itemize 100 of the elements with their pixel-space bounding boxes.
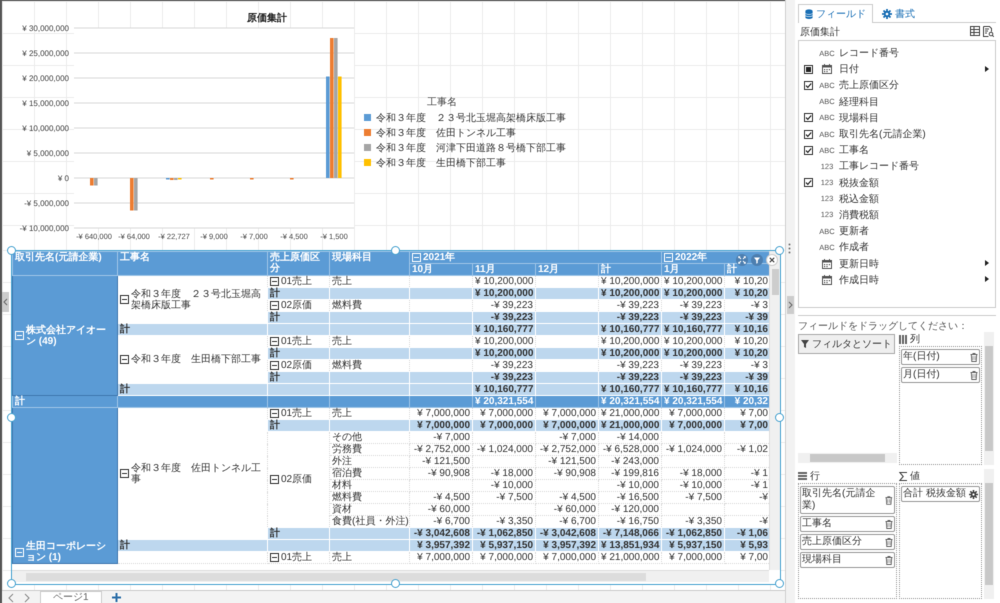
- field-name[interactable]: 更新日時: [839, 258, 879, 270]
- table-cell: -¥ 121,500: [536, 456, 598, 468]
- field-chip[interactable]: 合計 税抜金額: [901, 486, 980, 502]
- total-label: 計: [268, 348, 330, 360]
- field-chip[interactable]: 取引先名(元請企業): [800, 486, 895, 514]
- table-cell: ¥ 10,160,777: [598, 384, 662, 396]
- table-cell: -¥ 90,908: [410, 468, 472, 480]
- total-label: 計: [268, 312, 330, 324]
- total-label: 計: [12, 396, 118, 408]
- table-cell: -¥ 199,816: [598, 468, 662, 480]
- field-name[interactable]: 現場科目: [839, 112, 879, 124]
- table-cell: -¥ 90,908: [536, 468, 598, 480]
- field-name[interactable]: 工事レコード番号: [839, 161, 919, 172]
- item-name: 材料: [330, 480, 410, 492]
- filter-sort-button[interactable]: フィルタとソート: [798, 334, 895, 354]
- table-cell: ¥ 5,93: [724, 540, 769, 552]
- table-cell: ¥ 7,000,000: [410, 420, 472, 432]
- item-name: 売上: [330, 552, 410, 564]
- field-name[interactable]: 日付: [839, 64, 859, 76]
- table-cell: -¥ 121,500: [410, 456, 472, 468]
- table-cell: -¥ 16,500: [598, 492, 662, 504]
- table-cell: ¥ 10,160,777: [662, 324, 724, 336]
- zone-title: 列: [910, 333, 920, 346]
- table-cell: ¥ 21,000,000: [598, 420, 662, 432]
- total-label: 計: [118, 324, 268, 336]
- table-cell: ¥ 10,20: [724, 288, 769, 300]
- zone-title: 値: [910, 470, 920, 483]
- field-name[interactable]: 作成者: [839, 242, 869, 254]
- table-cell: ¥ 7,000,000: [536, 552, 598, 564]
- field-name[interactable]: 税込金額: [839, 194, 879, 205]
- axis-label: ¥ 0: [58, 174, 69, 183]
- total-label: 計: [268, 372, 330, 384]
- field-name[interactable]: 経理科目: [839, 96, 879, 108]
- field-name[interactable]: レコード番号: [839, 48, 899, 60]
- table-cell: -¥ 10,000: [598, 480, 662, 492]
- page-tab[interactable]: ページ1: [40, 591, 102, 603]
- field-name[interactable]: 工事名: [839, 145, 869, 156]
- table-cell: ¥ 10,200,000: [662, 348, 724, 360]
- chart-title: 原価集計: [247, 13, 287, 24]
- table-cell: -¥ 2,752,000: [410, 444, 472, 456]
- field-name[interactable]: 作成日時: [839, 274, 879, 286]
- table-cell: ¥ 10,160,777: [472, 384, 536, 396]
- panel-tab[interactable]: 書式: [875, 4, 922, 23]
- table-cell: -¥ 39,223: [662, 372, 724, 384]
- table-cell: ¥ 10,20: [724, 348, 769, 360]
- table-cell: -¥ 7,500: [662, 492, 724, 504]
- column-header: 11月: [472, 264, 536, 276]
- table-cell: ¥ 7,000,000: [472, 552, 536, 564]
- project-name: 令和３年度 生田橋下部工事: [131, 354, 261, 365]
- client-name: 株式会社アイオーン (49): [26, 324, 107, 346]
- legend-label: 令和３年度 ２３号北玉堀高架橋床版工事: [376, 113, 566, 124]
- column-header: 売上原価区分: [268, 252, 330, 276]
- category-name: 01売上: [281, 408, 312, 419]
- table-cell: -¥ 14,000: [598, 432, 662, 444]
- field-chip[interactable]: 年(日付): [901, 349, 980, 365]
- column-header: 取引先名(元請企業): [12, 252, 118, 276]
- column-header: 12月: [536, 264, 598, 276]
- legend-label: 令和３年度 生田橋下部工事: [376, 158, 506, 169]
- table-cell: -¥ 39,223: [472, 312, 536, 324]
- table-cell: -¥ 7,000: [536, 432, 598, 444]
- field-chip[interactable]: 月(日付): [901, 367, 980, 383]
- table-cell: -¥ 10,000: [662, 480, 724, 492]
- field-name[interactable]: 更新者: [839, 226, 869, 238]
- field-chip[interactable]: 売上原価区分: [800, 534, 895, 550]
- item-name: 宿泊費: [330, 468, 410, 480]
- table-cell: ¥ 20,32: [724, 396, 769, 408]
- item-name: その他: [330, 432, 410, 444]
- axis-label: ¥ 10,000,000: [22, 124, 69, 133]
- axis-label: -¥ 10,000,000: [20, 224, 69, 233]
- field-name[interactable]: 取引先名(元請企業): [839, 129, 926, 140]
- category-name: 02原価: [281, 300, 312, 311]
- dataset-name: 原価集計: [800, 26, 840, 38]
- table-cell: -¥ 1,06: [724, 528, 769, 540]
- panel-tab[interactable]: フィールド: [798, 4, 873, 23]
- item-name: 外注: [330, 456, 410, 468]
- table-cell: -¥ 18,000: [662, 468, 724, 480]
- table-cell: ¥ 5,937,150: [472, 540, 536, 552]
- table-cell: ¥ 10,200,000: [662, 288, 724, 300]
- category-name: 02原価: [281, 474, 312, 485]
- field-name[interactable]: 売上原価区分: [839, 80, 899, 92]
- table-cell: ¥ 10,200,000: [598, 288, 662, 300]
- table-cell: ¥ 20,321,554: [598, 396, 662, 408]
- axis-label: ¥ 20,000,000: [22, 74, 69, 83]
- field-chip[interactable]: 現場科目: [800, 552, 895, 568]
- field-chip[interactable]: 工事名: [800, 516, 895, 532]
- table-cell: ¥ 3,957,392: [410, 540, 472, 552]
- total-label: 計: [268, 288, 330, 300]
- legend-label: 令和３年度 河津下田道路８号橋下部工事: [376, 143, 566, 154]
- table-cell: ¥ 10,160,777: [662, 384, 724, 396]
- field-name[interactable]: 消費税額: [839, 210, 879, 221]
- table-cell: -¥ 2,752,000: [536, 444, 598, 456]
- category-name: 01売上: [281, 336, 312, 347]
- table-cell: ¥ 7,00: [724, 420, 769, 432]
- field-name[interactable]: 税抜金額: [839, 178, 879, 189]
- axis-label: ¥ 5,000,000: [26, 149, 69, 158]
- table-cell: -¥ 1,062,850: [662, 528, 724, 540]
- table-cell: -¥ 60,000: [410, 504, 472, 516]
- client-name: 生田コーポレーション (1): [26, 541, 107, 563]
- table-cell: -¥ 1,024,000: [662, 444, 724, 456]
- table-cell: -¥ 7,000: [410, 432, 472, 444]
